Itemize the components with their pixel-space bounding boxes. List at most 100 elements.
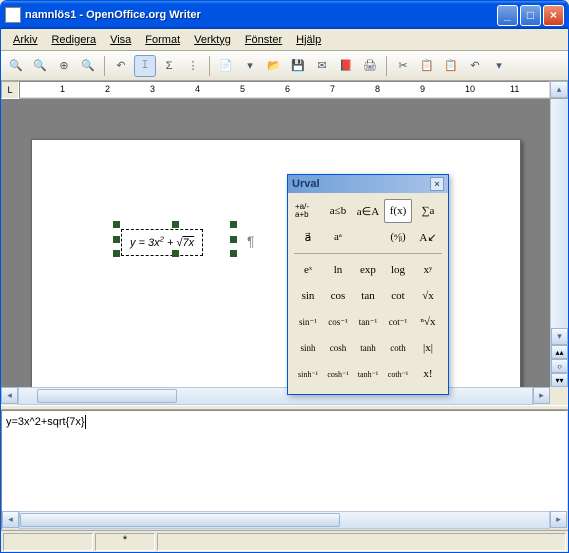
menu-redigera[interactable]: Redigera bbox=[45, 32, 102, 48]
menu-visa[interactable]: Visa bbox=[104, 32, 137, 48]
cat-relations-button[interactable]: a≤b bbox=[324, 199, 352, 223]
fn-arcsin-button[interactable]: sin⁻¹ bbox=[294, 310, 322, 334]
paste-button[interactable]: 📋 bbox=[440, 55, 462, 77]
scroll-corner bbox=[550, 387, 568, 405]
more-icon[interactable]: ⋮ bbox=[182, 55, 204, 77]
scroll-right-button[interactable]: ▸ bbox=[533, 387, 550, 404]
resize-handle[interactable] bbox=[113, 236, 120, 243]
panel-titlebar[interactable]: Urval × bbox=[288, 175, 448, 193]
print-button[interactable]: 🖨 bbox=[359, 55, 381, 77]
fn-cosh-button[interactable]: cosh bbox=[324, 336, 352, 360]
cat-unary-button[interactable]: +a/-a+b bbox=[294, 199, 322, 223]
cat-others-button[interactable]: aᵃ bbox=[324, 225, 352, 249]
cat-formats-button[interactable]: A↙ bbox=[414, 225, 442, 249]
fn-arccot-button[interactable]: cot⁻¹ bbox=[384, 310, 412, 334]
scroll-left-button[interactable]: ◂ bbox=[1, 387, 18, 404]
fn-ln-button[interactable]: ln bbox=[324, 258, 352, 282]
zoom-out-button[interactable]: 🔍 bbox=[29, 55, 51, 77]
ruler-corner[interactable]: L bbox=[1, 81, 19, 99]
paste-icon: 📋 bbox=[444, 59, 458, 72]
fn-abs-button[interactable]: |x| bbox=[414, 336, 442, 360]
resize-handle[interactable] bbox=[230, 250, 237, 257]
resize-handle[interactable] bbox=[113, 250, 120, 257]
fn-cos-button[interactable]: cos bbox=[324, 284, 352, 308]
fn-cot-button[interactable]: cot bbox=[384, 284, 412, 308]
cat-brackets-button[interactable]: (ᵃ⁄ᵦ) bbox=[384, 225, 412, 249]
zoom-100-button[interactable]: ⊕ bbox=[53, 55, 75, 77]
fn-log-button[interactable]: log bbox=[384, 258, 412, 282]
titlebar[interactable]: namnlös1 - OpenOffice.org Writer _ □ × bbox=[1, 1, 568, 29]
resize-handle[interactable] bbox=[172, 221, 179, 228]
pdf-button[interactable]: 📕 bbox=[335, 55, 357, 77]
vertical-scrollbar[interactable]: ▾ ▴▴ ○ ▾▾ bbox=[550, 99, 568, 387]
save-button[interactable]: 💾 bbox=[287, 55, 309, 77]
scroll-left-button[interactable]: ◂ bbox=[2, 511, 19, 528]
undo2-button[interactable]: ↶ bbox=[464, 55, 486, 77]
horizontal-ruler[interactable]: 1 2 3 4 5 6 7 8 9 10 11 bbox=[19, 81, 550, 98]
dropdown-icon[interactable]: ▾ bbox=[239, 55, 261, 77]
formula-editor[interactable]: y=3x^2+sqrt{7x} ◂ ▸ bbox=[1, 410, 568, 530]
resize-handle[interactable] bbox=[230, 221, 237, 228]
separator bbox=[386, 56, 387, 76]
cat-set-button[interactable]: a∈A bbox=[354, 199, 382, 223]
fn-exp-button[interactable]: exp bbox=[354, 258, 382, 282]
menu-fonster[interactable]: Fönster bbox=[239, 32, 288, 48]
menu-hjalp[interactable]: Hjälp bbox=[290, 32, 327, 48]
scroll-down-button[interactable]: ▾ bbox=[551, 328, 568, 345]
page-view[interactable]: y = 3x2 + √7x ¶ bbox=[1, 99, 550, 387]
mail-button[interactable]: ✉ bbox=[311, 55, 333, 77]
fn-arcoth-button[interactable]: coth⁻¹ bbox=[384, 362, 412, 386]
app-icon bbox=[5, 7, 21, 23]
fn-nroot-button[interactable]: ⁿ√x bbox=[414, 310, 442, 334]
menu-arkiv[interactable]: Arkiv bbox=[7, 32, 43, 48]
panel-close-button[interactable]: × bbox=[430, 177, 444, 191]
close-button[interactable]: × bbox=[543, 5, 564, 26]
cat-functions-button[interactable]: f(x) bbox=[384, 199, 412, 223]
scroll-thumb[interactable] bbox=[37, 389, 177, 403]
resize-handle[interactable] bbox=[230, 236, 237, 243]
fn-factorial-button[interactable]: x! bbox=[414, 362, 442, 386]
scroll-track[interactable] bbox=[551, 99, 568, 328]
statusbar: * bbox=[1, 530, 568, 552]
zoom-in-button[interactable]: 🔍 bbox=[5, 55, 27, 77]
dropdown-icon[interactable]: ▾ bbox=[488, 55, 510, 77]
prev-page-button[interactable]: ▴▴ bbox=[551, 345, 568, 359]
formula-cursor-button[interactable]: 𝙸 bbox=[134, 55, 156, 77]
cat-attributes-button[interactable]: a⃗ bbox=[294, 225, 322, 249]
horizontal-scrollbar[interactable] bbox=[19, 511, 550, 529]
scroll-right-button[interactable]: ▸ bbox=[550, 511, 567, 528]
resize-handle[interactable] bbox=[113, 221, 120, 228]
nav-button[interactable]: ○ bbox=[551, 359, 568, 373]
cut-button[interactable]: ✂ bbox=[392, 55, 414, 77]
next-page-button[interactable]: ▾▾ bbox=[551, 373, 568, 387]
undo-button[interactable]: ↶ bbox=[110, 55, 132, 77]
fn-arctan-button[interactable]: tan⁻¹ bbox=[354, 310, 382, 334]
maximize-button[interactable]: □ bbox=[520, 5, 541, 26]
fn-arcosh-button[interactable]: cosh⁻¹ bbox=[324, 362, 352, 386]
menu-format[interactable]: Format bbox=[139, 32, 186, 48]
elements-button[interactable]: Σ bbox=[158, 55, 180, 77]
fn-sinh-button[interactable]: sinh bbox=[294, 336, 322, 360]
cat-operators-button[interactable]: ∑a bbox=[414, 199, 442, 223]
fn-artanh-button[interactable]: tanh⁻¹ bbox=[354, 362, 382, 386]
fn-tan-button[interactable]: tan bbox=[354, 284, 382, 308]
pdf-icon: 📕 bbox=[339, 59, 353, 72]
resize-handle[interactable] bbox=[172, 250, 179, 257]
fn-arsinh-button[interactable]: sinh⁻¹ bbox=[294, 362, 322, 386]
scroll-up-button[interactable]: ▴ bbox=[550, 81, 568, 98]
horizontal-scrollbar[interactable] bbox=[18, 387, 533, 405]
open-button[interactable]: 📂 bbox=[263, 55, 285, 77]
menu-verktyg[interactable]: Verktyg bbox=[188, 32, 237, 48]
fn-arccos-button[interactable]: cos⁻¹ bbox=[324, 310, 352, 334]
zoom-fit-button[interactable]: 🔍 bbox=[77, 55, 99, 77]
fn-power-button[interactable]: xʸ bbox=[414, 258, 442, 282]
fn-coth-button[interactable]: coth bbox=[384, 336, 412, 360]
fn-tanh-button[interactable]: tanh bbox=[354, 336, 382, 360]
minimize-button[interactable]: _ bbox=[497, 5, 518, 26]
new-button[interactable]: 📄 bbox=[215, 55, 237, 77]
fn-sin-button[interactable]: sin bbox=[294, 284, 322, 308]
scroll-thumb[interactable] bbox=[20, 513, 340, 527]
fn-ex-button[interactable]: eˣ bbox=[294, 258, 322, 282]
copy-button[interactable]: 📋 bbox=[416, 55, 438, 77]
fn-sqrt-button[interactable]: √x bbox=[414, 284, 442, 308]
